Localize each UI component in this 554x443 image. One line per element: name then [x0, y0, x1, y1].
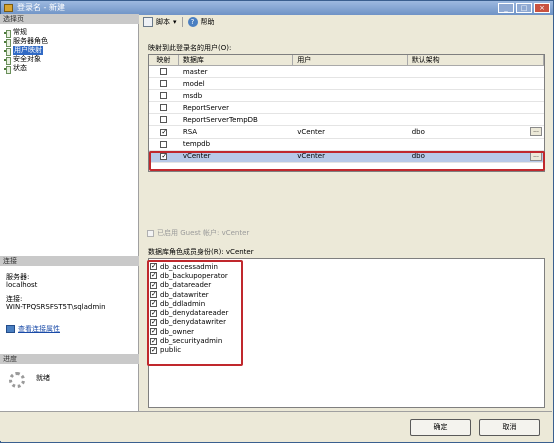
- map-checkbox[interactable]: [160, 92, 168, 100]
- guest-checkbox-box: [147, 229, 154, 237]
- connection-properties-icon: [6, 325, 15, 333]
- guest-label: 已启用 Guest 帐户: vCenter: [157, 229, 250, 237]
- connection-value: WIN-TPQSRSFST5T\sqladmin: [6, 303, 106, 311]
- map-cell: [149, 92, 179, 100]
- table-row[interactable]: tempdb: [149, 139, 544, 151]
- map-cell: [149, 116, 179, 124]
- map-checkbox[interactable]: [160, 140, 168, 148]
- table-row[interactable]: master: [149, 66, 544, 79]
- nav-item-user-mapping[interactable]: 用户映射: [4, 46, 48, 56]
- window-icon: [4, 4, 13, 12]
- database-cell: master: [182, 67, 208, 76]
- help-button[interactable]: 帮助: [201, 17, 215, 27]
- view-connection-properties-link[interactable]: 查看连接属性: [6, 324, 60, 334]
- database-cell: RSA: [182, 128, 198, 137]
- grid-header: 映射 数据库 用户 默认架构: [149, 55, 544, 66]
- column-default-schema[interactable]: 默认架构: [408, 55, 544, 65]
- progress-header: 进度: [0, 354, 139, 364]
- help-icon: ?: [187, 17, 198, 27]
- chevron-down-icon[interactable]: ▾: [173, 18, 177, 26]
- page-icon: [4, 38, 11, 47]
- left-panel: 选择页 常规 服务器角色 用户映射 安全对象 状态 连接 服务器: localh…: [0, 14, 139, 411]
- toolbar: 脚本 ▾ ? 帮助: [140, 14, 552, 30]
- window-title: 登录名 - 新建: [17, 3, 65, 12]
- script-button[interactable]: 脚本: [156, 17, 170, 27]
- database-cell: ReportServerTempDB: [182, 115, 258, 124]
- progress-spinner-icon: [9, 372, 25, 388]
- database-cell: msdb: [182, 91, 203, 100]
- map-checkbox[interactable]: [160, 116, 168, 124]
- connection-label: 连接:: [6, 295, 23, 303]
- role-membership-title: 数据库角色成员身份(R): vCenter: [148, 248, 254, 256]
- table-row[interactable]: ReportServer: [149, 102, 544, 115]
- nav-item-securables[interactable]: 安全对象: [4, 55, 48, 65]
- map-cell: [149, 104, 179, 112]
- table-row[interactable]: ReportServerTempDB: [149, 114, 544, 127]
- bottom-bar: 确定 取消: [0, 411, 552, 441]
- schema-cell[interactable]: dbo: [408, 128, 544, 136]
- map-cell: ✓: [149, 128, 179, 136]
- map-checkbox[interactable]: ✓: [160, 128, 168, 136]
- column-map[interactable]: 映射: [149, 55, 179, 65]
- database-cell: ReportServer: [182, 103, 230, 112]
- toolbar-separator: [181, 17, 183, 27]
- guest-account-checkbox: 已启用 Guest 帐户: vCenter: [147, 228, 249, 238]
- schema-browse-button[interactable]: ...: [530, 127, 542, 137]
- map-checkbox[interactable]: [160, 68, 168, 76]
- column-user[interactable]: 用户: [293, 55, 408, 65]
- column-database[interactable]: 数据库: [179, 55, 294, 65]
- table-row[interactable]: msdb: [149, 90, 544, 103]
- map-cell: [149, 68, 179, 76]
- user-mapping-title: 映射到此登录名的用户(O):: [148, 44, 232, 52]
- maximize-button[interactable]: □: [516, 3, 532, 13]
- nav-item-general[interactable]: 常规: [4, 28, 48, 38]
- page-icon: [4, 29, 11, 38]
- page-icon: [4, 56, 11, 65]
- progress-status: 就绪: [36, 374, 50, 382]
- nav-item-server-roles[interactable]: 服务器角色: [4, 37, 48, 47]
- page-icon: [4, 65, 11, 74]
- title-bar: 登录名 - 新建 _ □ ×: [1, 1, 553, 15]
- user-cell[interactable]: vCenter: [293, 128, 407, 136]
- server-value: localhost: [6, 281, 38, 289]
- map-checkbox[interactable]: [160, 80, 168, 88]
- connection-info: 服务器: localhost 连接: WIN-TPQSRSFST5T\sqlad…: [6, 273, 106, 311]
- map-cell: [149, 140, 179, 148]
- page-icon: [4, 47, 11, 56]
- table-row[interactable]: model: [149, 78, 544, 91]
- connection-header: 连接: [0, 256, 139, 266]
- database-cell: model: [182, 79, 205, 88]
- map-checkbox[interactable]: [160, 104, 168, 112]
- close-button[interactable]: ×: [534, 3, 550, 13]
- highlight-vcenter-row: [149, 151, 545, 171]
- select-page-header: 选择页: [0, 14, 139, 24]
- script-icon: [143, 17, 153, 27]
- highlight-role-list: [147, 260, 243, 366]
- cancel-button[interactable]: 取消: [479, 419, 540, 436]
- map-cell: [149, 80, 179, 88]
- ok-button[interactable]: 确定: [410, 419, 471, 436]
- table-row[interactable]: ✓ RSA vCenter dbo...: [149, 126, 544, 139]
- database-cell: tempdb: [182, 140, 211, 149]
- page-list: 常规 服务器角色 用户映射 安全对象 状态: [4, 28, 48, 74]
- minimize-button[interactable]: _: [498, 3, 514, 13]
- nav-item-status[interactable]: 状态: [4, 64, 48, 74]
- server-label: 服务器:: [6, 273, 30, 281]
